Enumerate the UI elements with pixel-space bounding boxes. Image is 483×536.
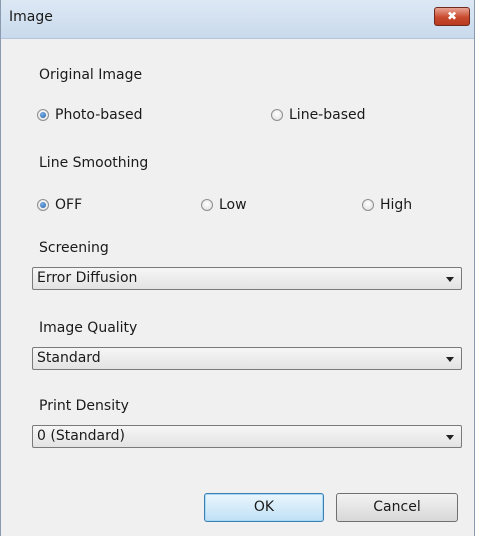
radio-label: High: [380, 197, 413, 213]
dialog-title: Image: [9, 9, 53, 25]
radio-line-based[interactable]: Line-based: [271, 107, 366, 123]
screening-value: Error Diffusion: [37, 270, 138, 286]
radio-label: Line-based: [289, 107, 366, 123]
close-button[interactable]: ✖: [434, 7, 470, 26]
original-image-label: Original Image: [39, 67, 143, 83]
ok-button[interactable]: OK: [204, 493, 324, 522]
radio-low[interactable]: Low: [201, 197, 247, 213]
radio-unchecked-icon: [201, 199, 213, 211]
print-density-label: Print Density: [39, 398, 129, 414]
chevron-down-icon: [446, 435, 454, 440]
radio-high[interactable]: High: [362, 197, 412, 213]
radio-unchecked-icon: [362, 199, 374, 211]
radio-label: Low: [219, 197, 247, 213]
screening-label: Screening: [39, 240, 109, 256]
radio-label: Photo-based: [55, 107, 143, 123]
print-density-select[interactable]: 0 (Standard): [32, 425, 462, 448]
title-bar: Image ✖: [1, 0, 474, 39]
screening-select[interactable]: Error Diffusion: [32, 267, 462, 290]
image-quality-label: Image Quality: [39, 320, 138, 336]
chevron-down-icon: [446, 357, 454, 362]
radio-off[interactable]: OFF: [37, 197, 82, 213]
image-quality-value: Standard: [37, 350, 101, 366]
radio-checked-icon: [37, 199, 49, 211]
cancel-button[interactable]: Cancel: [336, 493, 458, 522]
image-dialog: Image ✖ Original Image Photo-based Line-…: [0, 0, 475, 536]
image-quality-select[interactable]: Standard: [32, 347, 462, 370]
chevron-down-icon: [446, 277, 454, 282]
radio-checked-icon: [37, 109, 49, 121]
line-smoothing-label: Line Smoothing: [39, 155, 149, 171]
print-density-value: 0 (Standard): [37, 428, 125, 444]
radio-label: OFF: [55, 197, 83, 213]
radio-unchecked-icon: [271, 109, 283, 121]
close-icon: ✖: [446, 9, 458, 23]
radio-photo-based[interactable]: Photo-based: [37, 107, 143, 123]
